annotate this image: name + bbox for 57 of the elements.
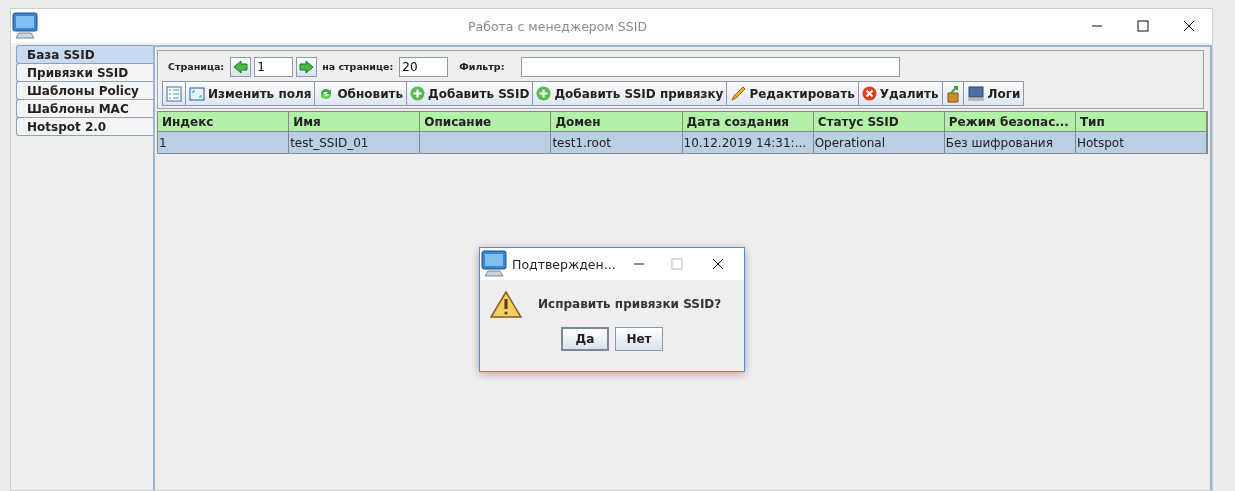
plus-icon bbox=[410, 86, 426, 101]
per-page-label: на странице: bbox=[322, 61, 394, 72]
page-field[interactable]: 1 bbox=[254, 56, 294, 77]
sidebar-tab[interactable]: Привязки SSID bbox=[16, 63, 153, 82]
filter-field[interactable] bbox=[521, 56, 901, 77]
toolbar-button[interactable]: Добавить SSID привязку bbox=[532, 81, 728, 106]
sidebar-tab[interactable]: База SSID bbox=[16, 45, 153, 64]
toolbar-button[interactable]: Добавить SSID bbox=[406, 81, 534, 106]
table-cell: Operational bbox=[813, 132, 945, 154]
table-cell: 10.12.2019 14:31:... bbox=[682, 132, 814, 154]
table-cell: Hotspot bbox=[1075, 132, 1207, 154]
dialog-title: Подтвержден... bbox=[512, 256, 616, 272]
toolbar-button[interactable]: Логи bbox=[962, 81, 1025, 106]
pencil-icon bbox=[730, 85, 747, 102]
dialog-button[interactable]: Да bbox=[561, 327, 609, 351]
column-header[interactable]: Тип bbox=[1075, 112, 1207, 132]
box-arrow-icon bbox=[945, 84, 960, 103]
next-page-button[interactable] bbox=[296, 56, 318, 77]
monitor-icon bbox=[966, 85, 985, 102]
maximize-icon bbox=[670, 258, 683, 270]
plus-icon bbox=[536, 86, 552, 101]
toolbar-button[interactable]: Редактировать bbox=[726, 81, 859, 106]
monitor-logo-icon bbox=[11, 11, 41, 41]
delete-icon bbox=[861, 86, 877, 101]
list-icon bbox=[166, 85, 182, 102]
dialog-button[interactable]: Нет bbox=[615, 327, 663, 351]
page-label: Страница: bbox=[168, 61, 225, 72]
frame-icon bbox=[189, 86, 205, 101]
table-cell: Без шифрования bbox=[944, 132, 1076, 154]
table-cell: test_SSID_01 bbox=[289, 132, 421, 154]
previous-page-button[interactable] bbox=[230, 56, 252, 77]
dialog-message: Исправить привязки SSID? bbox=[538, 297, 722, 311]
toolbar-button[interactable]: Удалить bbox=[857, 81, 943, 106]
per-page-field[interactable]: 20 bbox=[399, 56, 449, 77]
sidebar-tab[interactable]: Шаблоны MAC bbox=[16, 99, 153, 118]
column-header[interactable]: Описание bbox=[420, 112, 552, 132]
sidebar-tab[interactable]: Шаблоны Policy bbox=[16, 81, 153, 100]
toolbar-button[interactable]: Изменить поля bbox=[185, 81, 316, 106]
close-icon[interactable] bbox=[711, 258, 724, 270]
toolbar-icon-button[interactable] bbox=[941, 81, 964, 106]
maximize-icon[interactable] bbox=[1137, 20, 1149, 32]
column-header[interactable]: Имя bbox=[289, 112, 421, 132]
close-icon[interactable] bbox=[1183, 20, 1195, 32]
sidebar-tab[interactable]: Hotspot 2.0 bbox=[16, 117, 153, 136]
column-header[interactable]: Индекс bbox=[158, 112, 290, 132]
table-cell: test1.root bbox=[551, 132, 683, 154]
filter-label: Фильтр: bbox=[459, 61, 505, 72]
window-title: Работа с менеджером SSID bbox=[466, 18, 649, 34]
column-header[interactable]: Дата создания bbox=[682, 112, 814, 132]
monitor-logo-icon bbox=[480, 249, 510, 279]
toolbar-button[interactable]: Обновить bbox=[314, 81, 408, 106]
column-header[interactable]: Домен bbox=[551, 112, 683, 132]
warning-icon bbox=[490, 290, 522, 318]
column-header[interactable]: Статус SSID bbox=[813, 112, 945, 132]
toolbar-icon-button[interactable] bbox=[162, 81, 186, 106]
column-header[interactable]: Режим безопас... bbox=[944, 112, 1076, 132]
table-cell: 1 bbox=[158, 132, 290, 154]
